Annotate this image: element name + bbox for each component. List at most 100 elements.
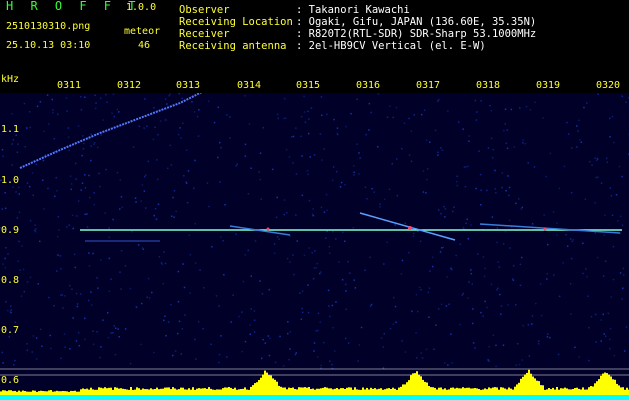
level-bar-base (10, 395, 12, 400)
noise-speckle (380, 337, 383, 339)
noise-speckle (244, 155, 247, 157)
noise-speckle (100, 259, 102, 261)
noise-speckle (119, 208, 121, 210)
noise-speckle (57, 254, 59, 256)
noise-speckle (167, 321, 170, 323)
level-bar (194, 389, 196, 395)
noise-speckle (383, 263, 385, 265)
y-tick-label: 1.1 (1, 124, 20, 135)
level-bar (422, 379, 424, 395)
level-bar-base (230, 395, 232, 400)
noise-speckle (435, 324, 437, 326)
noise-speckle (140, 343, 142, 346)
level-bar-base (140, 395, 142, 400)
level-bar (42, 391, 44, 395)
level-bar (172, 387, 174, 395)
noise-speckle (110, 278, 112, 280)
noise-speckle (90, 159, 92, 162)
level-bar-base (330, 395, 332, 400)
level-bar-base (372, 395, 374, 400)
noise-speckle (48, 296, 50, 299)
noise-speckle (606, 161, 609, 163)
noise-speckle (610, 195, 613, 197)
spectrogram-window: H R O F F T 1.0.0 2510130310.png meteor … (0, 0, 629, 400)
noise-speckle (242, 280, 245, 283)
level-bar-base (244, 395, 246, 400)
level-bar-base (594, 395, 596, 400)
noise-speckle (217, 156, 219, 159)
level-bar-base (320, 395, 322, 400)
level-bar (372, 388, 374, 395)
noise-speckle (119, 179, 121, 181)
noise-speckle (558, 295, 561, 298)
level-bar-base (94, 395, 96, 400)
noise-speckle (531, 223, 534, 225)
noise-speckle (58, 229, 60, 231)
noise-speckle (153, 107, 155, 109)
noise-speckle (250, 275, 252, 277)
level-bar (540, 385, 542, 395)
level-bar-base (62, 395, 64, 400)
level-bar-base (390, 395, 392, 400)
level-bar (362, 387, 364, 395)
noise-speckle (321, 114, 323, 117)
level-bar-base (548, 395, 550, 400)
noise-speckle (100, 134, 102, 136)
noise-speckle (416, 357, 418, 359)
noise-speckle (144, 174, 147, 176)
level-bar (370, 387, 372, 395)
level-bar (142, 388, 144, 395)
level-bar-base (434, 395, 436, 400)
level-bar (588, 387, 590, 395)
noise-speckle (73, 253, 76, 256)
level-bar (214, 389, 216, 395)
noise-speckle (480, 204, 482, 206)
noise-speckle (107, 311, 109, 314)
noise-speckle (609, 117, 611, 120)
noise-speckle (589, 160, 591, 163)
noise-speckle (78, 344, 81, 347)
level-bar-base (50, 395, 52, 400)
noise-speckle (14, 321, 17, 324)
level-bar (212, 389, 214, 395)
noise-speckle (369, 305, 372, 307)
noise-speckle (509, 247, 511, 249)
noise-speckle (141, 184, 144, 186)
file-name: 2510130310.png (6, 21, 91, 32)
level-bar-base (172, 395, 174, 400)
level-bar-base (530, 395, 532, 400)
noise-speckle (603, 333, 605, 335)
noise-speckle (90, 133, 92, 135)
noise-speckle (508, 186, 511, 189)
noise-speckle (287, 321, 289, 323)
level-bar-base (428, 395, 430, 400)
noise-speckle (411, 310, 413, 313)
noise-speckle (625, 326, 628, 328)
level-bar (626, 387, 628, 395)
noise-speckle (191, 101, 193, 103)
level-bar-base (16, 395, 18, 400)
noise-speckle (474, 99, 477, 102)
level-bar-base (564, 395, 566, 400)
noise-speckle (196, 115, 199, 118)
noise-speckle (515, 304, 517, 306)
noise-speckle (267, 335, 270, 337)
noise-speckle (70, 188, 72, 191)
noise-speckle (358, 344, 361, 346)
level-bar-base (162, 395, 164, 400)
noise-speckle (331, 179, 334, 182)
noise-speckle (301, 194, 304, 197)
level-bar-base (122, 395, 124, 400)
level-bar-base (586, 395, 588, 400)
noise-speckle (437, 100, 439, 102)
noise-speckle (470, 272, 473, 275)
level-bar-base (82, 395, 84, 400)
level-bar-base (580, 395, 582, 400)
noise-speckle (206, 182, 209, 184)
noise-speckle (21, 245, 23, 247)
noise-speckle (185, 149, 188, 151)
level-bar-base (188, 395, 190, 400)
level-bar (586, 389, 588, 395)
noise-speckle (388, 188, 391, 190)
noise-speckle (558, 187, 561, 190)
